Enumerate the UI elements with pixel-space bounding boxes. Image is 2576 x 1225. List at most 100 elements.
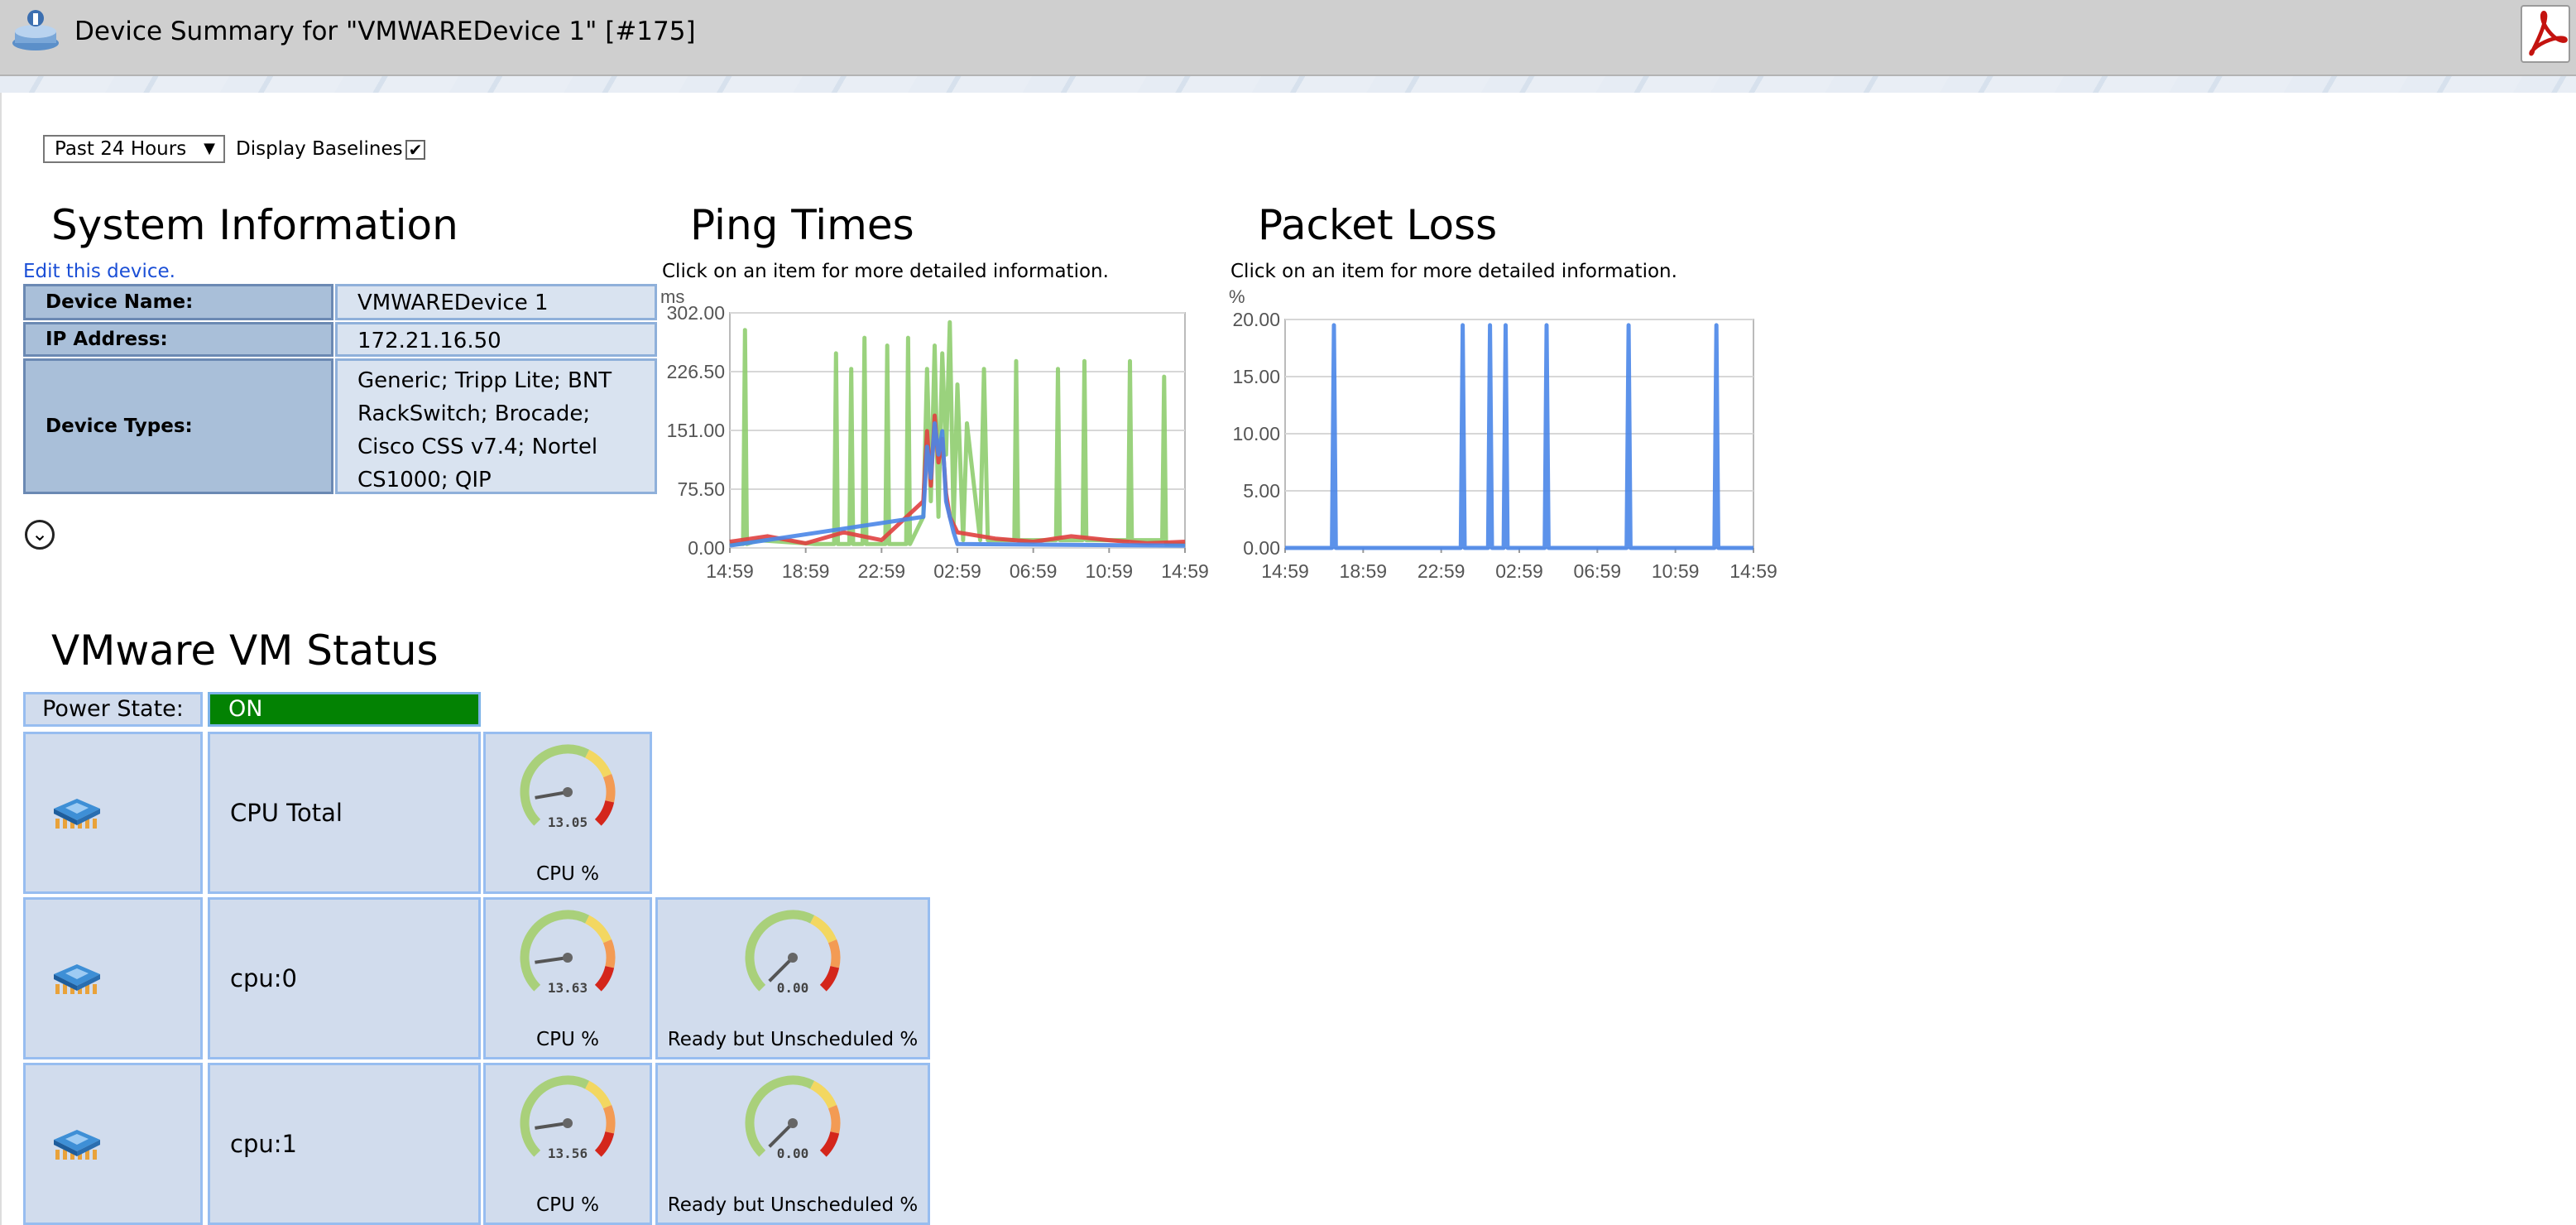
cpu-chip-icon	[49, 1125, 103, 1163]
gauge-band-red	[594, 965, 615, 992]
gauge-needle	[768, 956, 794, 982]
x-tick-label: 10:59	[1652, 560, 1700, 582]
system-info-key: Device Types:	[23, 358, 333, 494]
gauge-band-yellow	[584, 749, 612, 778]
gauge-needle	[768, 1122, 794, 1148]
system-info-key: IP Address:	[23, 322, 333, 357]
vm-row-name[interactable]: CPU Total	[208, 732, 481, 894]
gauge-band-yellow	[584, 1080, 612, 1109]
system-info-row-device-types: Device Types: Generic; Tripp Lite; BNT R…	[23, 358, 657, 494]
x-tick-label: 14:59	[1161, 560, 1209, 582]
system-info-value: 172.21.16.50	[335, 322, 657, 357]
gauge-value: 13.05	[548, 814, 588, 830]
gauge-hub	[788, 1118, 798, 1128]
system-info-value: VMWAREDevice 1	[335, 284, 657, 320]
page-title: Device Summary for "VMWAREDevice 1" [#17…	[74, 17, 696, 46]
time-range-value: Past 24 Hours	[55, 138, 187, 160]
gauge-caption: Ready but Unscheduled %	[667, 1029, 919, 1050]
display-baselines-checkbox[interactable]: ✔	[405, 140, 425, 160]
gauge-band-orange	[827, 939, 841, 968]
gauge-band-orange	[602, 773, 616, 803]
packet-loss-chart[interactable]: 20.00 15.00 10.00 5.00 0.00 14:59 18:59 22:59 02…	[1229, 283, 1792, 589]
gauge-band-green	[520, 1075, 590, 1157]
cpu-chip-icon	[49, 794, 103, 832]
x-tick-label: 02:59	[933, 560, 981, 582]
gauge-band-green	[520, 910, 590, 992]
gauge-cell[interactable]: 13.05 CPU %	[483, 732, 652, 894]
y-tick-label: 20.00	[1232, 309, 1280, 330]
gauge-hub	[788, 953, 798, 963]
y-axis-label: ms	[660, 286, 684, 307]
gauge-caption: CPU %	[536, 863, 599, 885]
display-baselines-label: Display Baselines	[236, 138, 403, 160]
gauge-hub	[563, 953, 573, 963]
header-stripe	[0, 76, 2576, 93]
y-tick-label: 0.00	[1243, 537, 1280, 559]
gauge-band-red	[819, 1131, 840, 1157]
cpu-chip-icon	[49, 959, 103, 997]
gauge: 13.56	[520, 1075, 616, 1161]
x-tick-label: 22:59	[1418, 560, 1465, 582]
x-tick-label: 18:59	[1340, 560, 1388, 582]
ping-times-chart[interactable]: 302.00 226.50 151.00 75.50 0.00 14:59 18:59 22:…	[660, 283, 1223, 589]
gauge-band-green	[520, 744, 590, 826]
gauge-band-yellow	[584, 915, 612, 944]
system-info-value: Generic; Tripp Lite; BNT RackSwitch; Bro…	[335, 358, 657, 494]
packet-loss-title: Packet Loss	[1258, 201, 1498, 249]
device-summary-icon	[12, 10, 59, 50]
time-range-select[interactable]: Past 24 Hours ▼	[43, 135, 225, 163]
gauge-cell[interactable]: 13.56 CPU %	[483, 1063, 652, 1225]
gauge-cell[interactable]: 13.63 CPU %	[483, 897, 652, 1059]
expand-chevron-icon[interactable]: ⌄	[25, 520, 55, 550]
gauge-needle	[535, 790, 568, 800]
gauge-caption: Ready but Unscheduled %	[667, 1194, 919, 1216]
edit-device-link[interactable]: Edit this device.	[23, 259, 175, 284]
gauge-value: 13.56	[548, 1146, 588, 1161]
gauge-band-green	[745, 1075, 815, 1157]
gauge-cell[interactable]: 0.00 Ready but Unscheduled %	[655, 1063, 930, 1225]
gauge-value: 0.00	[777, 980, 809, 996]
gauge-hub	[563, 787, 573, 797]
y-tick-label: 75.50	[677, 478, 725, 500]
gauge-band-yellow	[809, 1080, 837, 1109]
x-tick-label: 14:59	[706, 560, 754, 582]
gauge-band-orange	[827, 1104, 841, 1134]
gauge-caption: CPU %	[536, 1029, 599, 1050]
gauge: 0.00	[745, 910, 841, 996]
y-tick-label: 151.00	[667, 420, 725, 441]
power-state-value: ON	[208, 692, 481, 727]
gauge-caption: CPU %	[536, 1194, 599, 1216]
gauge-cell[interactable]: 0.00 Ready but Unscheduled %	[655, 897, 930, 1059]
x-tick-label: 10:59	[1086, 560, 1134, 582]
x-tick-label: 06:59	[1010, 560, 1058, 582]
gauge-value: 0.00	[777, 1146, 809, 1161]
vm-status-title: VMware VM Status	[51, 627, 439, 675]
y-tick-label: 10.00	[1232, 423, 1280, 444]
system-information-title: System Information	[51, 201, 458, 249]
vm-row-name[interactable]: cpu:1	[208, 1063, 481, 1225]
gauge-hub	[563, 1118, 573, 1128]
vm-row-icon-cell	[23, 897, 203, 1059]
vm-row-icon-cell	[23, 1063, 203, 1225]
gauge-band-yellow	[809, 915, 837, 944]
pdf-icon[interactable]	[2521, 5, 2570, 63]
y-tick-label: 0.00	[688, 537, 725, 559]
gauge-band-red	[819, 965, 840, 992]
gauge-band-red	[594, 1131, 615, 1157]
power-state-label: Power State:	[23, 692, 203, 727]
ping-times-title: Ping Times	[690, 201, 914, 249]
system-info-key: Device Name:	[23, 284, 333, 320]
system-info-row-device-name: Device Name: VMWAREDevice 1	[23, 284, 657, 320]
x-tick-label: 22:59	[858, 560, 906, 582]
x-tick-label: 06:59	[1574, 560, 1622, 582]
gauge-value: 13.63	[548, 980, 588, 996]
x-tick-label: 14:59	[1729, 560, 1777, 582]
y-axis-label: %	[1229, 286, 1245, 307]
gauge-band-red	[594, 800, 615, 826]
vm-row-name[interactable]: cpu:0	[208, 897, 481, 1059]
dropdown-arrow-icon: ▼	[204, 140, 215, 157]
ping-times-subtitle: Click on an item for more detailed infor…	[662, 261, 1109, 282]
gauge-band-orange	[602, 1104, 616, 1134]
x-tick-label: 14:59	[1261, 560, 1309, 582]
gauge: 0.00	[745, 1075, 841, 1161]
